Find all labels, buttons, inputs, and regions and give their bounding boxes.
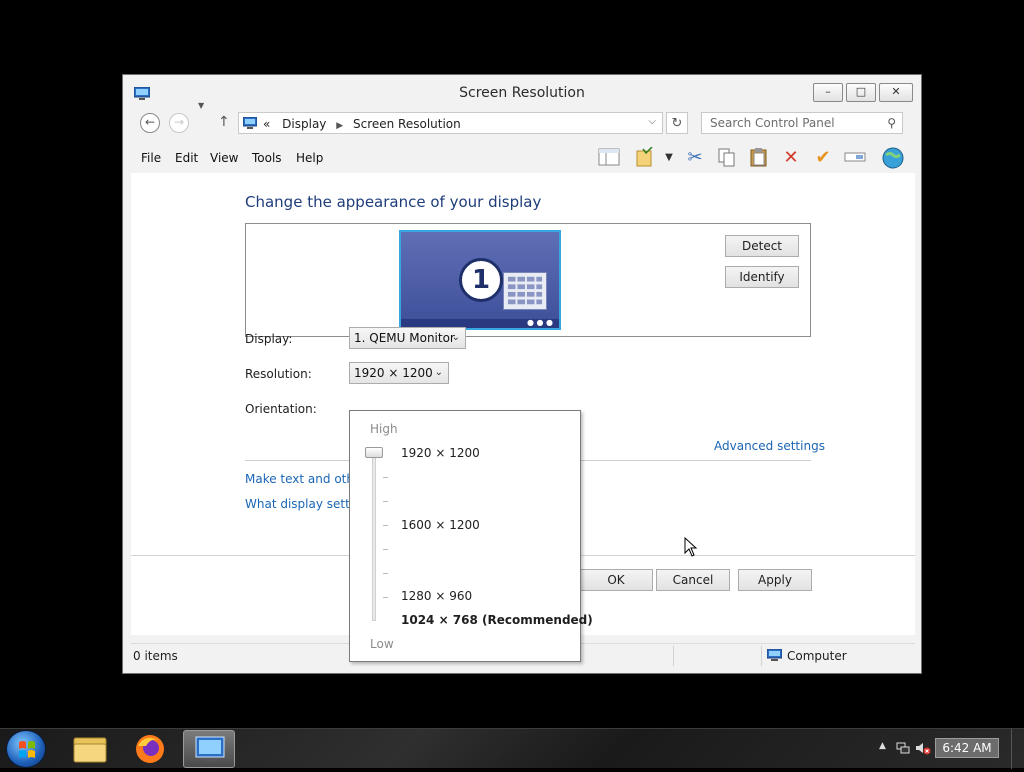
window-title: Screen Resolution: [459, 85, 585, 101]
taskbar: ▲ 6:42 AM: [0, 728, 1024, 769]
search-icon[interactable]: ⚲: [887, 116, 896, 130]
resolution-slider-thumb[interactable]: [365, 447, 383, 458]
slider-tick: [383, 549, 388, 550]
breadcrumb-separator-icon: ▶: [336, 121, 344, 131]
identify-button[interactable]: Identify: [725, 266, 799, 288]
breadcrumb: « Display ▶ Screen Resolution: [263, 117, 461, 131]
display-settings-icon: [195, 736, 225, 762]
paste-icon[interactable]: [747, 147, 771, 169]
rename-icon[interactable]: [843, 147, 867, 169]
monitor-preview-area: 1 ● ● ● Detect Identify: [245, 223, 811, 337]
status-separator: [761, 646, 762, 666]
maximize-icon: □: [855, 85, 867, 98]
properties-icon[interactable]: ✔: [811, 147, 835, 169]
show-hidden-icons-icon[interactable]: ▲: [879, 741, 886, 751]
orientation-label: Orientation:: [245, 402, 317, 416]
low-label: Low: [370, 637, 394, 651]
slider-tick: [383, 525, 388, 526]
resolution-select-value: 1920 × 1200: [354, 366, 433, 380]
menu-view[interactable]: View: [210, 151, 238, 165]
resolution-dropdown: High 1920 × 1200 1600 × 1200 1280 × 960 …: [349, 410, 593, 662]
resolution-option-1024x768[interactable]: 1024 × 768 (Recommended): [401, 613, 593, 627]
high-label: High: [370, 422, 398, 436]
start-button[interactable]: [6, 730, 46, 768]
cut-icon[interactable]: ✂: [683, 147, 707, 169]
taskbar-firefox[interactable]: [124, 730, 176, 768]
refresh-button[interactable]: ↻: [666, 112, 688, 134]
page-heading: Change the appearance of your display: [245, 193, 542, 211]
menu-edit[interactable]: Edit: [175, 151, 198, 165]
address-bar[interactable]: « Display ▶ Screen Resolution ⌵: [238, 112, 663, 134]
folder-icon: [73, 737, 107, 763]
forward-button[interactable]: →: [169, 113, 189, 133]
detect-button[interactable]: Detect: [725, 235, 799, 257]
title-bar[interactable]: Screen Resolution – □ ✕: [123, 75, 921, 109]
resolution-option-1600x1200[interactable]: 1600 × 1200: [401, 518, 480, 532]
computer-icon: [767, 649, 782, 661]
delete-icon[interactable]: ✕: [779, 147, 803, 169]
up-arrow-icon: ↑: [218, 114, 230, 130]
minimize-button[interactable]: –: [813, 83, 843, 102]
apply-button[interactable]: Apply: [738, 569, 812, 591]
forward-arrow-icon: →: [173, 115, 185, 129]
location-label: Computer: [787, 649, 847, 663]
show-desktop-button[interactable]: [1011, 729, 1024, 769]
close-icon: ✕: [891, 85, 901, 98]
refresh-icon: ↻: [671, 116, 683, 131]
display-icon: [243, 117, 257, 129]
display-select-value: 1. QEMU Monitor: [354, 331, 455, 345]
slider-tick: [383, 477, 388, 478]
back-button[interactable]: ←: [140, 113, 160, 133]
chevron-down-icon: ⌄: [451, 332, 460, 343]
resolution-slider-track[interactable]: [372, 455, 376, 621]
slider-tick: [383, 573, 388, 574]
network-icon[interactable]: [896, 741, 910, 758]
resolution-option-1280x960[interactable]: 1280 × 960: [401, 589, 472, 603]
close-button[interactable]: ✕: [879, 83, 913, 102]
minimize-icon: –: [825, 85, 831, 98]
cancel-button[interactable]: Cancel: [656, 569, 730, 591]
preview-pane-icon[interactable]: [597, 147, 621, 169]
menu-tools[interactable]: Tools: [252, 151, 282, 165]
folder-options-dropdown-icon[interactable]: ▼: [657, 147, 681, 169]
internet-icon[interactable]: [881, 147, 905, 169]
chevron-down-icon: ⌄: [434, 367, 443, 378]
mouse-cursor-icon: [684, 537, 698, 557]
monitor-tray-dots-icon: ● ● ●: [526, 318, 553, 327]
menu-file[interactable]: File: [141, 151, 161, 165]
clock[interactable]: 6:42 AM: [935, 738, 999, 758]
recent-pages-button[interactable]: ▼: [198, 101, 204, 110]
windows-logo-icon: [19, 741, 35, 758]
menu-help[interactable]: Help: [296, 151, 323, 165]
status-separator: [673, 646, 674, 666]
monitor-1-tile[interactable]: 1 ● ● ●: [399, 230, 561, 330]
display-label: Display:: [245, 332, 293, 346]
breadcrumb-display[interactable]: Display: [282, 117, 326, 131]
resolution-option-1920x1200[interactable]: 1920 × 1200: [401, 446, 480, 460]
display-select[interactable]: 1. QEMU Monitor ⌄: [349, 327, 466, 349]
volume-muted-icon[interactable]: [915, 741, 931, 758]
taskbar-screen-resolution[interactable]: [183, 730, 235, 768]
resolution-label: Resolution:: [245, 367, 312, 381]
slider-tick: [383, 501, 388, 502]
items-count: 0 items: [133, 649, 178, 663]
folder-options-icon[interactable]: [633, 146, 657, 169]
slider-tick: [383, 597, 388, 598]
desktop-grid-icon: [503, 272, 547, 310]
copy-icon[interactable]: [715, 147, 739, 169]
advanced-settings-link[interactable]: Advanced settings: [714, 439, 825, 453]
breadcrumb-overflow[interactable]: «: [263, 117, 270, 131]
search-input[interactable]: [702, 113, 877, 133]
back-arrow-icon: ←: [144, 115, 156, 129]
ok-button[interactable]: OK: [579, 569, 653, 591]
address-dropdown-icon[interactable]: ⌵: [648, 116, 656, 127]
maximize-button[interactable]: □: [846, 83, 876, 102]
search-box[interactable]: ⚲: [701, 112, 903, 134]
taskbar-file-explorer[interactable]: [64, 730, 116, 768]
firefox-icon: [136, 735, 164, 763]
monitor-number: 1: [459, 258, 503, 302]
breadcrumb-screen-resolution[interactable]: Screen Resolution: [353, 117, 461, 131]
resolution-select[interactable]: 1920 × 1200 ⌄: [349, 362, 449, 384]
up-button[interactable]: ↑: [218, 114, 230, 130]
